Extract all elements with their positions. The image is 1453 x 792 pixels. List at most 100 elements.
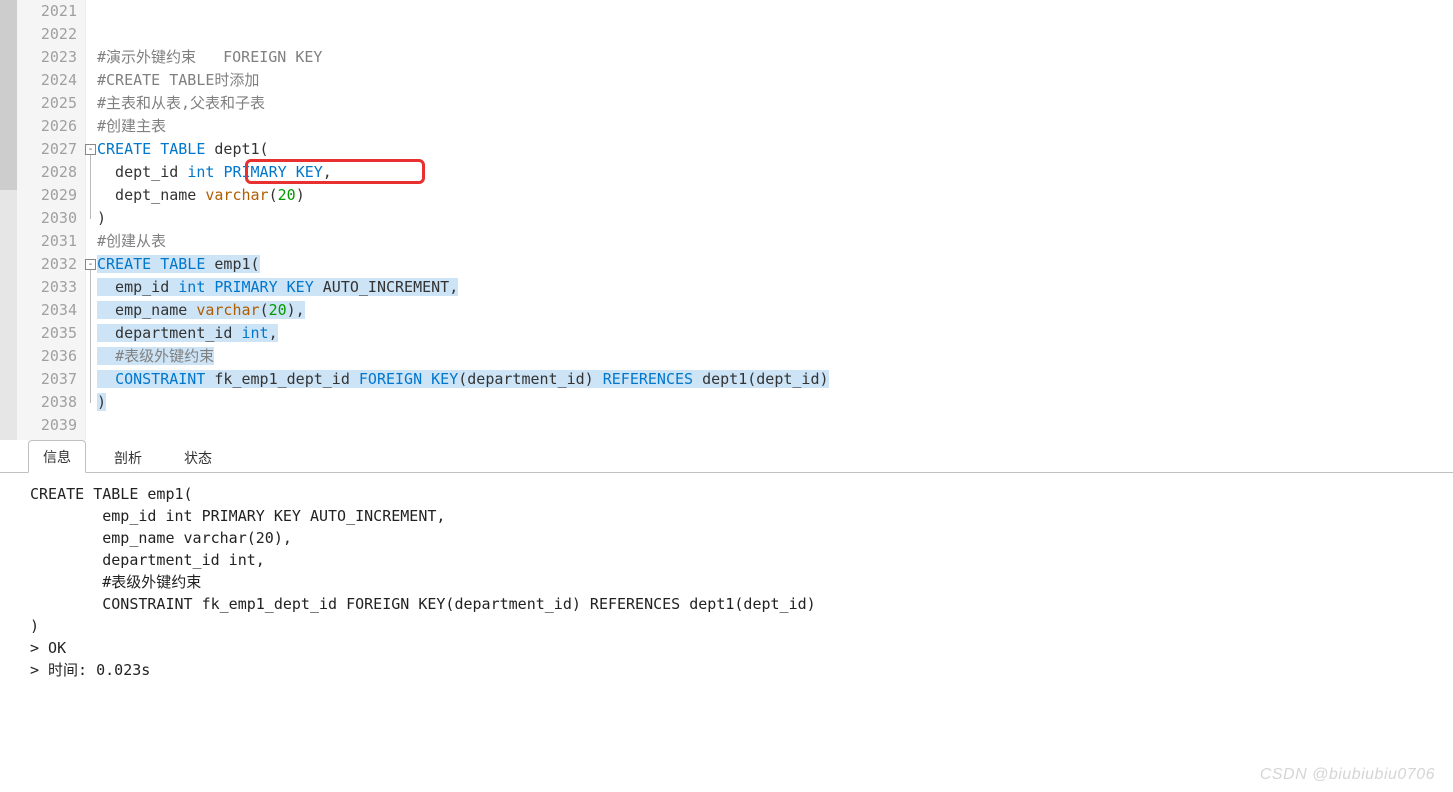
code-line[interactable]: CONSTRAINT fk_emp1_dept_id FOREIGN KEY(d…	[97, 368, 1453, 391]
code-line[interactable]: dept_name varchar(20)	[97, 184, 1453, 207]
code-token: varchar	[196, 301, 259, 319]
code-line[interactable]: emp_id int PRIMARY KEY AUTO_INCREMENT,	[97, 276, 1453, 299]
code-line[interactable]: #创建从表	[97, 230, 1453, 253]
fold-guide	[90, 265, 91, 403]
line-number: 2038	[27, 391, 77, 414]
code-line[interactable]: department_id int,	[97, 322, 1453, 345]
fold-column[interactable]: --	[85, 0, 97, 440]
code-token: (	[269, 186, 278, 204]
line-number: 2032	[27, 253, 77, 276]
line-number: 2025	[27, 92, 77, 115]
code-token: #演示外键约束 FOREIGN KEY	[97, 48, 322, 66]
code-token: department_id	[97, 324, 242, 342]
line-number: 2024	[27, 69, 77, 92]
margin-thumb	[0, 0, 17, 190]
line-number: 2033	[27, 276, 77, 299]
code-token: varchar	[205, 186, 268, 204]
code-token	[151, 255, 160, 273]
code-token: fk_emp1_dept_id	[205, 370, 359, 388]
code-token: dept1(	[205, 140, 268, 158]
code-token: KEY	[431, 370, 458, 388]
code-line[interactable]	[97, 23, 1453, 46]
code-line[interactable]: #演示外键约束 FOREIGN KEY	[97, 46, 1453, 69]
code-token: )	[97, 209, 106, 227]
code-token: (	[260, 301, 269, 319]
line-number: 2022	[27, 23, 77, 46]
code-token: ,	[323, 163, 332, 181]
code-token: dept1(dept_id)	[693, 370, 828, 388]
left-margin	[0, 0, 17, 440]
fold-toggle-icon[interactable]: -	[85, 259, 96, 270]
line-number: 2026	[27, 115, 77, 138]
code-line[interactable]: #CREATE TABLE时添加	[97, 69, 1453, 92]
line-number: 2029	[27, 184, 77, 207]
line-number: 2031	[27, 230, 77, 253]
tab-状态[interactable]: 状态	[170, 442, 226, 473]
code-token	[278, 278, 287, 296]
tab-信息[interactable]: 信息	[28, 440, 86, 473]
line-number: 2021	[27, 0, 77, 23]
code-token	[97, 347, 115, 365]
code-token: emp_name	[97, 301, 196, 319]
result-tabs: 信息剖析状态	[0, 440, 1453, 473]
code-token: dept_id	[97, 163, 187, 181]
code-token: TABLE	[160, 255, 205, 273]
code-token: CONSTRAINT	[115, 370, 205, 388]
line-number-gutter: 2021202220232024202520262027202820292030…	[17, 0, 85, 440]
code-line[interactable]: )	[97, 391, 1453, 414]
fold-toggle-icon[interactable]: -	[85, 144, 96, 155]
line-number: 2023	[27, 46, 77, 69]
code-token: )	[97, 393, 106, 411]
code-line[interactable]: emp_name varchar(20),	[97, 299, 1453, 322]
code-token: ,	[269, 324, 278, 342]
code-line[interactable]: CREATE TABLE dept1(	[97, 138, 1453, 161]
code-token: PRIMARY	[214, 278, 277, 296]
code-token: CREATE	[97, 140, 151, 158]
code-token: )	[296, 186, 305, 204]
code-editor[interactable]: 2021202220232024202520262027202820292030…	[0, 0, 1453, 440]
code-token: KEY	[296, 163, 323, 181]
fold-guide	[90, 150, 91, 219]
line-number: 2037	[27, 368, 77, 391]
console-output: CREATE TABLE emp1( emp_id int PRIMARY KE…	[0, 473, 1453, 681]
code-token: REFERENCES	[603, 370, 693, 388]
code-token: int	[178, 278, 205, 296]
code-line[interactable]: #主表和从表,父表和子表	[97, 92, 1453, 115]
code-line[interactable]: dept_id int PRIMARY KEY,	[97, 161, 1453, 184]
code-token	[287, 163, 296, 181]
code-line[interactable]: CREATE TABLE emp1(	[97, 253, 1453, 276]
code-line[interactable]	[97, 414, 1453, 437]
code-token: (department_id)	[458, 370, 603, 388]
code-token: AUTO_INCREMENT,	[314, 278, 459, 296]
code-token	[97, 370, 115, 388]
code-token: int	[187, 163, 214, 181]
code-token: emp_id	[97, 278, 178, 296]
code-token: 20	[278, 186, 296, 204]
code-line[interactable]: )	[97, 207, 1453, 230]
code-line[interactable]: #创建主表	[97, 115, 1453, 138]
code-token: #表级外键约束	[115, 347, 214, 365]
code-token: #主表和从表,父表和子表	[97, 94, 265, 112]
code-token: FOREIGN	[359, 370, 422, 388]
code-line[interactable]: #表级外键约束	[97, 345, 1453, 368]
line-number: 2028	[27, 161, 77, 184]
line-number: 2035	[27, 322, 77, 345]
line-number: 2039	[27, 414, 77, 437]
line-number: 2030	[27, 207, 77, 230]
code-token	[422, 370, 431, 388]
code-token: #创建主表	[97, 117, 166, 135]
code-token: dept_name	[97, 186, 205, 204]
code-token: int	[242, 324, 269, 342]
code-token: CREATE	[97, 255, 151, 273]
code-token	[151, 140, 160, 158]
code-token: #创建从表	[97, 232, 166, 250]
code-token: TABLE	[160, 140, 205, 158]
code-token: #CREATE TABLE时添加	[97, 71, 259, 89]
tab-剖析[interactable]: 剖析	[100, 442, 156, 473]
code-line[interactable]	[97, 0, 1453, 23]
code-content[interactable]: #演示外键约束 FOREIGN KEY #CREATE TABLE时添加 #主表和从…	[97, 0, 1453, 440]
line-number: 2036	[27, 345, 77, 368]
line-number: 2034	[27, 299, 77, 322]
watermark: CSDN @biubiubiu0706	[1260, 766, 1435, 784]
code-token: ),	[287, 301, 305, 319]
